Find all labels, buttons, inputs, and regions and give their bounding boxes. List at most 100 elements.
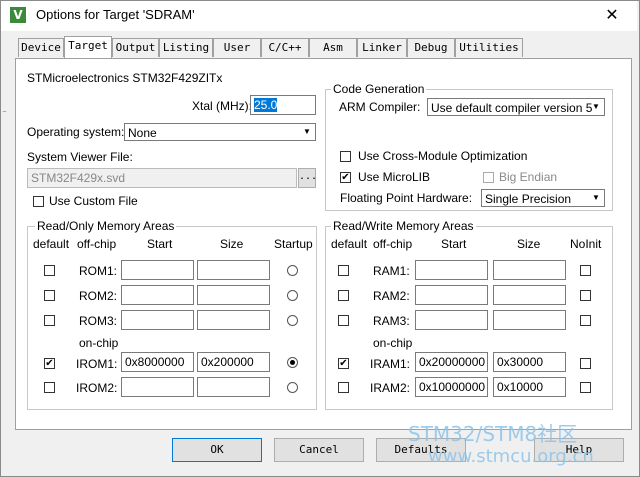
ok-button[interactable]: OK: [172, 438, 262, 462]
close-icon[interactable]: ✕: [598, 3, 626, 27]
use-custom-file-checkbox[interactable]: [33, 196, 44, 207]
iram1-size-input[interactable]: 0x30000: [493, 352, 566, 372]
fpu-value: Single Precision: [485, 192, 572, 206]
os-value: None: [128, 126, 157, 140]
rw-memory-title: Read/Write Memory Areas: [331, 219, 476, 233]
ram1-size-input[interactable]: [493, 260, 566, 280]
ram3-start-input[interactable]: [415, 310, 488, 330]
os-select[interactable]: None ▼: [124, 123, 316, 141]
cancel-button[interactable]: Cancel: [274, 438, 364, 462]
fpu-select[interactable]: Single Precision ▼: [481, 189, 605, 207]
background-window-edge: ﹣: [0, 107, 10, 117]
iram1-default-checkbox[interactable]: ✔: [338, 358, 349, 369]
irom1-start-input[interactable]: 0x8000000: [121, 352, 194, 372]
iram2-default-checkbox[interactable]: [338, 382, 349, 393]
ro-header-start: Start: [147, 237, 173, 251]
ram2-label: RAM2:: [373, 289, 410, 303]
xtal-value: 25.0: [254, 98, 278, 112]
ram2-start-input[interactable]: [415, 285, 488, 305]
tab-utilities[interactable]: Utilities: [455, 38, 523, 57]
irom2-start-input[interactable]: [121, 377, 194, 397]
ram2-default-checkbox[interactable]: [338, 290, 349, 301]
tab-output[interactable]: Output: [112, 38, 159, 57]
rom2-size-input[interactable]: [197, 285, 270, 305]
rom2-label: ROM2:: [79, 289, 118, 303]
os-label: Operating system:: [27, 125, 125, 139]
rom3-start-input[interactable]: [121, 310, 194, 330]
microlib-label: Use MicroLIB: [358, 170, 431, 184]
svd-browse-button[interactable]: ...: [298, 168, 317, 188]
arm-compiler-value: Use default compiler version 5: [431, 101, 593, 115]
tab-asm[interactable]: Asm: [309, 38, 357, 57]
irom1-startup-radio[interactable]: [287, 357, 298, 368]
rw-header-noinit: NoInit: [570, 237, 602, 251]
big-endian-label: Big Endian: [499, 170, 558, 184]
irom1-default-checkbox[interactable]: ✔: [44, 358, 55, 369]
irom1-size-input[interactable]: 0x200000: [197, 352, 270, 372]
tab-linker[interactable]: Linker: [357, 38, 407, 57]
microlib-checkbox[interactable]: ✔: [340, 172, 351, 183]
rom3-default-checkbox[interactable]: [44, 315, 55, 326]
iram2-label: IRAM2:: [370, 381, 411, 395]
arm-compiler-select[interactable]: Use default compiler version 5 ▼: [427, 98, 605, 116]
ram3-label: RAM3:: [373, 314, 410, 328]
tab-listing[interactable]: Listing: [159, 38, 213, 57]
ro-header-startup: Startup: [274, 237, 313, 251]
ram1-label: RAM1:: [373, 264, 410, 278]
ro-memory-title: Read/Only Memory Areas: [35, 219, 177, 233]
iram2-size-input[interactable]: 0x10000: [493, 377, 566, 397]
code-generation-title: Code Generation: [331, 82, 427, 96]
tab-c-cpp[interactable]: C/C++: [261, 38, 309, 57]
rom1-size-input[interactable]: [197, 260, 270, 280]
watermark-url: www.stmcu.org.cn: [428, 446, 594, 467]
irom2-label: IROM2:: [76, 381, 118, 395]
rw-header-start: Start: [441, 237, 467, 251]
tab-target[interactable]: Target: [64, 36, 112, 58]
ram2-size-input[interactable]: [493, 285, 566, 305]
ram3-noinit-checkbox[interactable]: [580, 315, 591, 326]
ram1-start-input[interactable]: [415, 260, 488, 280]
tab-device[interactable]: Device: [18, 38, 64, 57]
ram3-size-input[interactable]: [493, 310, 566, 330]
cross-module-label: Use Cross-Module Optimization: [358, 149, 528, 163]
irom2-size-input[interactable]: [197, 377, 270, 397]
rom1-default-checkbox[interactable]: [44, 265, 55, 276]
watermark-text: STM32/STM8社区: [408, 422, 578, 446]
iram1-noinit-checkbox[interactable]: [580, 358, 591, 369]
svd-input[interactable]: STM32F429x.svd: [27, 168, 297, 188]
fpu-label: Floating Point Hardware:: [340, 191, 473, 205]
rw-header-offchip: off-chip: [373, 237, 413, 251]
chevron-down-icon: ▼: [303, 127, 311, 136]
ram1-default-checkbox[interactable]: [338, 265, 349, 276]
ram3-default-checkbox[interactable]: [338, 315, 349, 326]
iram2-start-input[interactable]: 0x10000000: [415, 377, 488, 397]
rom1-label: ROM1:: [79, 264, 118, 278]
arm-compiler-label: ARM Compiler:: [339, 100, 421, 114]
chevron-down-icon: ▼: [592, 193, 600, 202]
xtal-input[interactable]: 25.0: [250, 95, 316, 115]
rom3-startup-radio[interactable]: [287, 315, 298, 326]
big-endian-checkbox[interactable]: [483, 172, 494, 183]
ram1-noinit-checkbox[interactable]: [580, 265, 591, 276]
rom3-size-input[interactable]: [197, 310, 270, 330]
iram1-start-input[interactable]: 0x20000000: [415, 352, 488, 372]
irom2-default-checkbox[interactable]: [44, 382, 55, 393]
chevron-down-icon: ▼: [592, 102, 600, 111]
window-title: Options for Target 'SDRAM': [36, 7, 195, 22]
device-name: STMicroelectronics STM32F429ZITx: [27, 71, 223, 85]
rom3-label: ROM3:: [79, 314, 118, 328]
rom1-startup-radio[interactable]: [287, 265, 298, 276]
iram2-noinit-checkbox[interactable]: [580, 382, 591, 393]
rom2-default-checkbox[interactable]: [44, 290, 55, 301]
ram2-noinit-checkbox[interactable]: [580, 290, 591, 301]
rom2-start-input[interactable]: [121, 285, 194, 305]
tab-user[interactable]: User: [213, 38, 261, 57]
xtal-label: Xtal (MHz):: [192, 99, 252, 113]
keil-app-icon: V: [10, 7, 26, 23]
cross-module-checkbox[interactable]: [340, 151, 351, 162]
irom1-label: IROM1:: [76, 357, 118, 371]
rom2-startup-radio[interactable]: [287, 290, 298, 301]
rom1-start-input[interactable]: [121, 260, 194, 280]
tab-debug[interactable]: Debug: [407, 38, 455, 57]
irom2-startup-radio[interactable]: [287, 382, 298, 393]
